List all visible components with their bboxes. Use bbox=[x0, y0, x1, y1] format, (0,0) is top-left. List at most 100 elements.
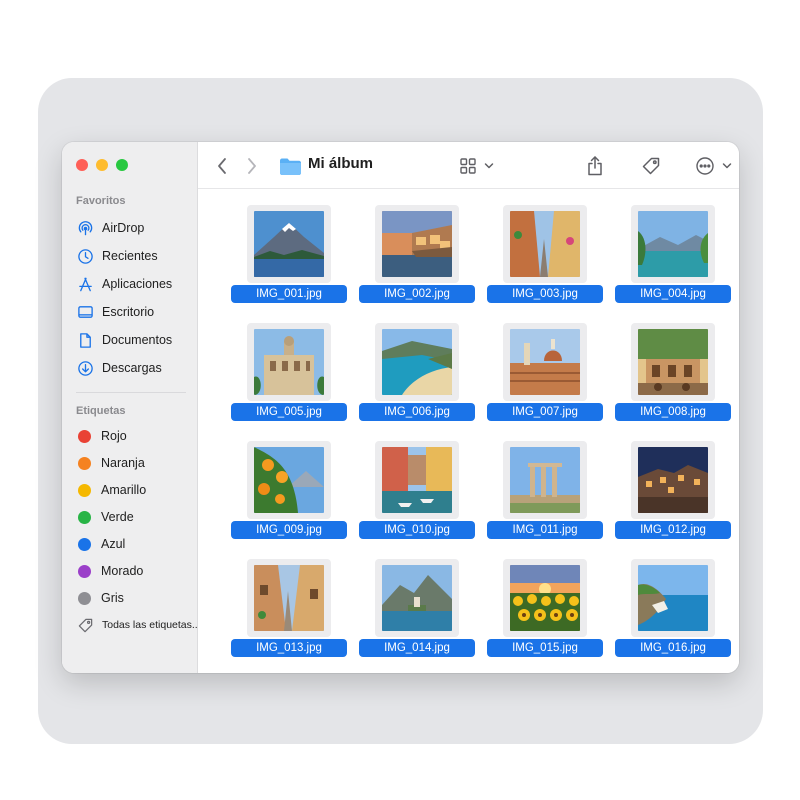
file-item[interactable]: IMG_015.jpg bbox=[487, 543, 607, 657]
file-item[interactable]: IMG_002.jpg bbox=[359, 189, 479, 303]
file-name-label: IMG_013.jpg bbox=[231, 639, 347, 657]
ellipsis-circle-icon bbox=[695, 157, 714, 175]
grid-view-icon bbox=[459, 158, 476, 174]
file-item[interactable]: IMG_012.jpg bbox=[615, 425, 735, 539]
sidebar-tag-rojo[interactable]: Rojo bbox=[76, 425, 127, 447]
file-item[interactable]: IMG_010.jpg bbox=[359, 425, 479, 539]
tag-button[interactable] bbox=[640, 154, 662, 178]
close-button[interactable] bbox=[76, 159, 88, 171]
file-name-label: IMG_012.jpg bbox=[615, 521, 731, 539]
thumbnail-frame bbox=[503, 323, 587, 401]
sidebar-tag-verde[interactable]: Verde bbox=[76, 506, 134, 528]
finder-window: Favoritos AirDrop Recientes Aplicaciones… bbox=[62, 142, 739, 673]
sidebar-item-recientes[interactable]: Recientes bbox=[76, 245, 158, 267]
file-name-label: IMG_015.jpg bbox=[487, 639, 603, 657]
sidebar-item-label: Amarillo bbox=[101, 483, 147, 497]
sidebar-tag-amarillo[interactable]: Amarillo bbox=[76, 479, 146, 501]
file-item[interactable]: IMG_001.jpg bbox=[231, 189, 351, 303]
back-button[interactable] bbox=[212, 154, 232, 178]
thumbnail-frame bbox=[631, 323, 715, 401]
photo-thumbnail bbox=[510, 329, 580, 395]
sidebar-item-descargas[interactable]: Descargas bbox=[76, 357, 162, 379]
zoom-button[interactable] bbox=[116, 159, 128, 171]
file-name-label: IMG_001.jpg bbox=[231, 285, 347, 303]
airdrop-icon bbox=[76, 219, 94, 237]
file-item[interactable]: IMG_011.jpg bbox=[487, 425, 607, 539]
document-icon bbox=[76, 331, 94, 349]
tag-icon bbox=[76, 616, 94, 634]
file-name-label: IMG_010.jpg bbox=[359, 521, 475, 539]
photo-thumbnail bbox=[254, 211, 324, 277]
sidebar-tag-azul[interactable]: Azul bbox=[76, 533, 125, 555]
file-item[interactable]: IMG_008.jpg bbox=[615, 307, 735, 421]
photo-thumbnail bbox=[254, 447, 324, 513]
tag-color-dot bbox=[78, 429, 91, 443]
tag-color-dot bbox=[78, 456, 91, 470]
forward-button[interactable] bbox=[242, 154, 262, 178]
sidebar-tag-gris[interactable]: Gris bbox=[76, 587, 124, 609]
photo-thumbnail bbox=[638, 447, 708, 513]
photo-thumbnail bbox=[638, 565, 708, 631]
sidebar-item-all-tags[interactable]: Todas las etiquetas... bbox=[76, 614, 201, 636]
file-item[interactable]: IMG_007.jpg bbox=[487, 307, 607, 421]
photo-thumbnail bbox=[382, 565, 452, 631]
sidebar-item-airdrop[interactable]: AirDrop bbox=[76, 217, 144, 239]
sidebar: Favoritos AirDrop Recientes Aplicaciones… bbox=[62, 142, 201, 673]
file-item[interactable]: IMG_013.jpg bbox=[231, 543, 351, 657]
sidebar-divider bbox=[76, 392, 186, 393]
sidebar-item-aplicaciones[interactable]: Aplicaciones bbox=[76, 273, 172, 295]
sidebar-item-label: Recientes bbox=[102, 249, 158, 263]
sidebar-item-label: Aplicaciones bbox=[102, 277, 173, 291]
sidebar-tag-naranja[interactable]: Naranja bbox=[76, 452, 145, 474]
sidebar-item-label: Gris bbox=[101, 591, 124, 605]
more-actions-button[interactable] bbox=[692, 154, 734, 178]
file-name-label: IMG_006.jpg bbox=[359, 403, 475, 421]
favorites-section-title: Favoritos bbox=[76, 195, 126, 207]
file-name-label: IMG_014.jpg bbox=[359, 639, 475, 657]
file-name-label: IMG_003.jpg bbox=[487, 285, 603, 303]
thumbnail-frame bbox=[247, 323, 331, 401]
sidebar-item-label: Azul bbox=[101, 537, 126, 551]
sidebar-tag-morado[interactable]: Morado bbox=[76, 560, 143, 582]
sidebar-item-label: Naranja bbox=[101, 456, 145, 470]
minimize-button[interactable] bbox=[96, 159, 108, 171]
file-name-label: IMG_011.jpg bbox=[487, 521, 603, 539]
chevron-down-icon bbox=[722, 163, 731, 169]
file-name-label: IMG_005.jpg bbox=[231, 403, 347, 421]
file-item[interactable]: IMG_009.jpg bbox=[231, 425, 351, 539]
photo-thumbnail bbox=[254, 329, 324, 395]
thumbnail-frame bbox=[375, 323, 459, 401]
applications-icon bbox=[76, 275, 94, 293]
file-item[interactable]: IMG_005.jpg bbox=[231, 307, 351, 421]
sidebar-item-label: Descargas bbox=[102, 361, 162, 375]
file-grid: IMG_001.jpg IMG_002.jpg IMG_003.jpg IMG_… bbox=[198, 189, 739, 673]
photo-thumbnail bbox=[510, 211, 580, 277]
file-name-label: IMG_002.jpg bbox=[359, 285, 475, 303]
thumbnail-frame bbox=[631, 205, 715, 283]
download-icon bbox=[76, 359, 94, 377]
file-item[interactable]: IMG_004.jpg bbox=[615, 189, 735, 303]
share-button[interactable] bbox=[584, 154, 606, 178]
tag-color-dot bbox=[78, 537, 91, 551]
window-controls bbox=[76, 159, 128, 171]
photo-thumbnail bbox=[382, 329, 452, 395]
tag-color-dot bbox=[78, 483, 91, 497]
sidebar-item-documentos[interactable]: Documentos bbox=[76, 329, 172, 351]
chevron-right-icon bbox=[248, 158, 256, 174]
photo-thumbnail bbox=[254, 565, 324, 631]
file-item[interactable]: IMG_006.jpg bbox=[359, 307, 479, 421]
sidebar-item-escritorio[interactable]: Escritorio bbox=[76, 301, 154, 323]
sidebar-item-label: Verde bbox=[101, 510, 134, 524]
tag-color-dot bbox=[78, 564, 91, 578]
thumbnail-frame bbox=[375, 205, 459, 283]
file-item[interactable]: IMG_003.jpg bbox=[487, 189, 607, 303]
clock-icon bbox=[76, 247, 94, 265]
sidebar-item-label: Todas las etiquetas... bbox=[102, 619, 201, 631]
file-item[interactable]: IMG_016.jpg bbox=[615, 543, 735, 657]
tag-color-dot bbox=[78, 591, 91, 605]
thumbnail-frame bbox=[247, 205, 331, 283]
view-options-button[interactable] bbox=[456, 154, 496, 178]
file-item[interactable]: IMG_014.jpg bbox=[359, 543, 479, 657]
chevron-left-icon bbox=[218, 158, 226, 174]
photo-thumbnail bbox=[510, 565, 580, 631]
